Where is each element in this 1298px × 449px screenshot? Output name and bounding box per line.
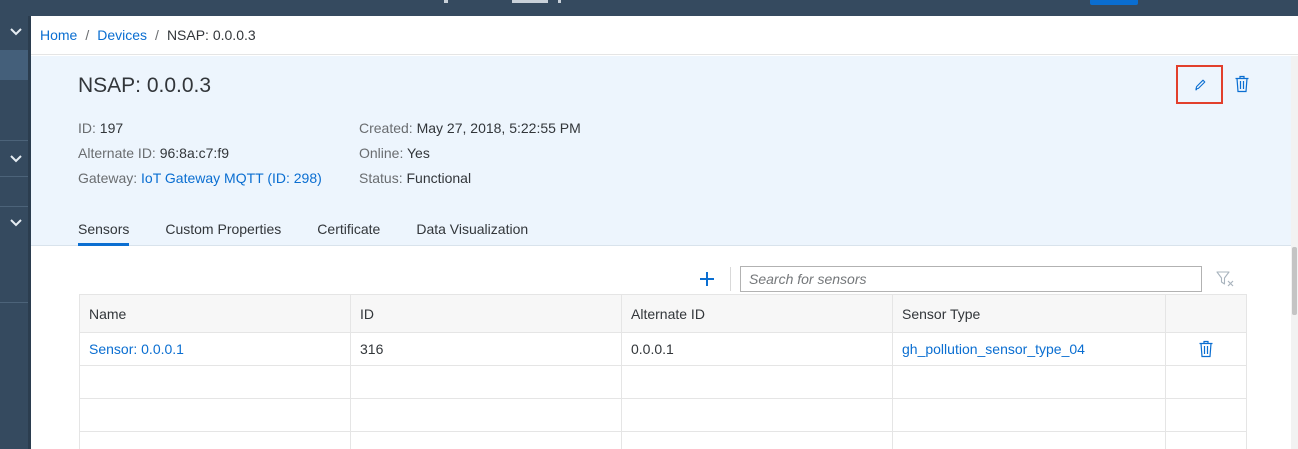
column-header-actions (1165, 294, 1247, 333)
table-row-empty (79, 398, 1247, 432)
scrollbar-thumb[interactable] (1292, 247, 1297, 315)
table-cell-actions (1165, 332, 1247, 366)
table-row-empty (79, 365, 1247, 399)
column-header-sensor-type[interactable]: Sensor Type (892, 294, 1166, 333)
chevron-down-icon (9, 219, 22, 227)
trash-icon[interactable] (1198, 340, 1214, 358)
attribute-value: May 27, 2018, 5:22:55 PM (416, 120, 581, 136)
column-header-alternate-id[interactable]: Alternate ID (621, 294, 893, 333)
breadcrumb-separator: / (85, 27, 90, 43)
nav-divider (0, 176, 28, 177)
sensors-table: Name ID Alternate ID Sensor Type Sensor:… (79, 294, 1247, 449)
table-row: Sensor: 0.0.0.1 316 0.0.0.1 gh_pollution… (79, 332, 1247, 366)
table-cell-id: 316 (350, 332, 622, 366)
attribute-alternate-id: Alternate ID: 96:8a:c7:f9 (78, 145, 229, 161)
plus-icon (700, 272, 714, 286)
object-header: NSAP: 0.0.0.3 ID: 197 Alternate ID: 96:8… (31, 56, 1298, 246)
attribute-label: Online: (359, 145, 404, 161)
shell-bar (0, 0, 1298, 16)
breadcrumb-devices-link[interactable]: Devices (97, 27, 147, 43)
attribute-created: Created: May 27, 2018, 5:22:55 PM (359, 120, 581, 136)
attribute-value: 96:8a:c7:f9 (159, 145, 229, 161)
nav-group-2-toggle[interactable] (0, 144, 31, 174)
edit-icon (1194, 79, 1205, 90)
search-input[interactable] (740, 266, 1202, 292)
sensor-type-link[interactable]: gh_pollution_sensor_type_04 (902, 341, 1085, 357)
filter-clear-icon (1216, 271, 1234, 287)
table-cell-sensor-type: gh_pollution_sensor_type_04 (892, 332, 1166, 366)
breadcrumb-separator: / (155, 27, 159, 43)
side-navigation (0, 16, 31, 449)
trash-icon (1235, 75, 1249, 93)
breadcrumb: Home / Devices / NSAP: 0.0.0.3 (31, 16, 1298, 55)
attribute-value: 197 (99, 120, 124, 136)
attribute-value: Yes (407, 145, 430, 161)
nav-group-3-toggle[interactable] (0, 208, 31, 238)
table-header-row: Name ID Alternate ID Sensor Type (79, 294, 1247, 333)
add-sensor-button[interactable] (697, 268, 717, 290)
clear-filter-button[interactable] (1214, 269, 1238, 289)
tab-custom-properties[interactable]: Custom Properties (165, 220, 281, 246)
table-row-empty (79, 431, 1247, 449)
attribute-label: Status: (359, 170, 403, 186)
column-header-name[interactable]: Name (79, 294, 351, 333)
page-title: NSAP: 0.0.0.3 (78, 74, 212, 97)
edit-button[interactable] (1176, 65, 1223, 104)
table-cell-alternate-id: 0.0.0.1 (621, 332, 893, 366)
gateway-link[interactable]: IoT Gateway MQTT (ID: 298) (141, 170, 322, 186)
tab-sensors[interactable]: Sensors (78, 220, 130, 246)
chevron-down-icon (9, 155, 22, 163)
attribute-label: Created: (359, 120, 413, 136)
nav-divider (0, 302, 28, 303)
attribute-gateway: Gateway: IoT Gateway MQTT (ID: 298) (78, 170, 322, 186)
attribute-value: Functional (406, 170, 472, 186)
nav-group-1-toggle[interactable] (0, 16, 31, 48)
attribute-label: Alternate ID: (78, 145, 156, 161)
tab-certificate[interactable]: Certificate (317, 220, 380, 246)
table-cell-name: Sensor: 0.0.0.1 (79, 332, 351, 366)
attribute-label: ID: (78, 120, 96, 136)
nav-item-selected[interactable] (0, 50, 28, 80)
tab-data-visualization[interactable]: Data Visualization (416, 220, 528, 246)
sensor-link[interactable]: Sensor: 0.0.0.1 (89, 341, 184, 357)
chevron-down-icon (9, 28, 22, 36)
breadcrumb-current: NSAP: 0.0.0.3 (166, 27, 256, 43)
attribute-online: Online: Yes (359, 145, 430, 161)
toolbar-separator (730, 267, 731, 291)
shell-action-button[interactable] (1090, 0, 1138, 5)
attribute-status: Status: Functional (359, 170, 471, 186)
attribute-id: ID: 197 (78, 120, 123, 136)
attribute-label: Gateway: (78, 170, 138, 186)
nav-divider (0, 140, 28, 141)
breadcrumb-home-link[interactable]: Home (40, 27, 77, 43)
delete-device-button[interactable] (1231, 72, 1253, 96)
column-header-id[interactable]: ID (350, 294, 622, 333)
nav-divider (0, 206, 28, 207)
tab-bar: Sensors Custom Properties Certificate Da… (78, 220, 564, 246)
shell-title-fragment (444, 0, 564, 4)
